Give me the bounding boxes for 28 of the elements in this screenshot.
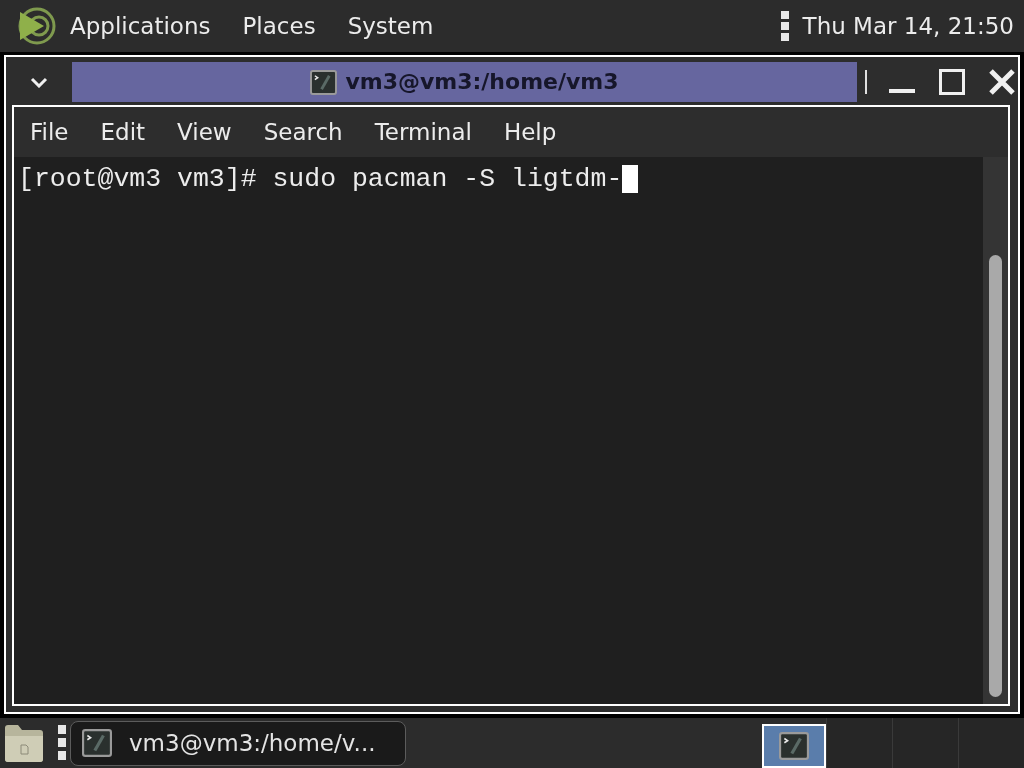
menu-item[interactable]: Terminal	[374, 117, 472, 147]
logo-icon[interactable]	[17, 6, 57, 46]
terminal-icon	[310, 69, 338, 95]
folder-icon[interactable]	[4, 723, 44, 763]
minimize-icon	[889, 89, 915, 93]
panel-menu[interactable]: Places	[242, 11, 316, 41]
terminal-icon	[82, 729, 112, 757]
terminal-area[interactable]: [root@vm3 vm3]# sudo pacman -S ligtdm-	[14, 157, 983, 704]
menu-item[interactable]: View	[177, 117, 232, 147]
maximize-icon	[939, 69, 965, 95]
chevron-down-icon	[30, 76, 48, 88]
handle-dots-icon[interactable]	[780, 11, 789, 41]
window-title: vm3@vm3:/home/vm3	[345, 68, 619, 96]
panel-menu[interactable]: System	[347, 11, 434, 41]
maximize-button[interactable]	[938, 66, 966, 98]
close-icon	[988, 68, 1016, 96]
taskbar-window-button[interactable]: vm3@vm3:/home/v...	[70, 720, 406, 766]
handle-dots-icon[interactable]	[58, 725, 66, 761]
scrollbar-thumb[interactable]	[989, 255, 1002, 697]
menu-item[interactable]: Search	[263, 117, 343, 147]
menu-item[interactable]: Edit	[100, 117, 146, 147]
menu-item[interactable]: File	[30, 117, 69, 147]
scrollbar-track[interactable]	[983, 157, 1008, 704]
menu-item[interactable]: Help	[503, 117, 557, 147]
clock[interactable]: Thu Mar 14, 21:50	[802, 11, 1014, 41]
window-thumbnail-icon	[779, 732, 809, 760]
panel-menu[interactable]: Applications	[70, 11, 211, 41]
terminal-line: [root@vm3 vm3]# sudo pacman -S ligtdm-	[18, 164, 623, 194]
